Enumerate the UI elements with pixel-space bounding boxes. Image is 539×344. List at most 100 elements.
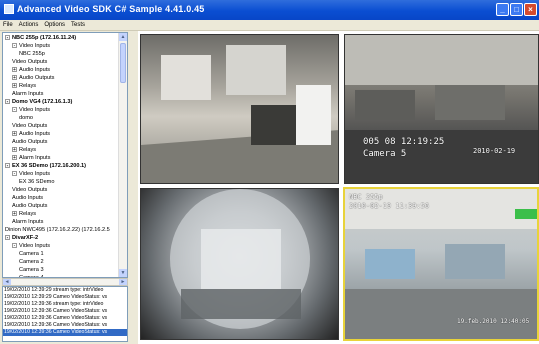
tree-item[interactable]: Alarm Inputs (12, 90, 43, 98)
tree-item-label: Audio Outputs (12, 203, 48, 209)
tree-item[interactable]: - Video Inputs (12, 106, 50, 114)
tree-item-label: Camera 3 (19, 267, 44, 273)
tree-item-label: Camera 1 (19, 251, 44, 257)
scroll-left-arrow[interactable]: ◄ (3, 279, 11, 285)
expand-icon[interactable]: + (12, 83, 17, 89)
tree-vertical-scrollbar[interactable]: ▲ ▼ (118, 33, 127, 277)
scroll-up-arrow[interactable]: ▲ (119, 33, 127, 41)
log-row[interactable]: 19/02/2010 12:39:36 Cameo VideoStatus: v… (3, 322, 127, 329)
tree-item[interactable]: + Alarm Inputs (12, 154, 50, 162)
tree-item[interactable]: domo (19, 114, 33, 122)
scroll-down-arrow[interactable]: ▼ (119, 269, 127, 277)
video-scene-4 (345, 189, 537, 339)
tree-item-label: Alarm Inputs (12, 219, 44, 225)
video-scene-3 (170, 189, 310, 329)
video-tile-4-selected[interactable]: NBC 255p 2010-02-19 11:39:56 19.feb.2010… (343, 187, 539, 341)
video-tile-2[interactable]: 005 08 12:19:25 2010-02-19 Camera 5 (344, 34, 539, 184)
expand-icon[interactable]: + (12, 131, 17, 137)
video-scene-2 (345, 35, 538, 183)
close-button[interactable]: × (524, 3, 537, 16)
menu-file[interactable]: File (0, 20, 16, 30)
tree-item-label: EX 36 SDemo (19, 179, 55, 185)
tree-item-label: Audio Outputs (12, 139, 48, 145)
log-row[interactable]: 19/02/2010 12:39:36 Cameo VideoStatus: v… (3, 315, 127, 322)
tree-item-label: Video Outputs (12, 59, 48, 65)
menu-actions[interactable]: Actions (16, 20, 42, 30)
tree-item[interactable]: + Audio Inputs (12, 66, 50, 74)
tree-item[interactable]: + Audio Outputs (12, 74, 54, 82)
video-scene-1 (141, 45, 338, 183)
tile2-date-overlay: 2010-02-19 (473, 147, 516, 155)
minimize-button[interactable]: _ (496, 3, 509, 16)
tree-item[interactable]: Alarm Inputs (12, 218, 43, 226)
tree-item[interactable]: Video Outputs (12, 58, 47, 66)
tree-item[interactable]: - EX 36 SDemo (172.16.200.1) (5, 162, 86, 170)
device-tree[interactable]: ▲ ▼ - NBC 255p (172.16.11.24) - Video Input… (2, 32, 128, 278)
window-title: Advanced Video SDK C# Sample 4.41.0.45 (17, 4, 205, 14)
tree-item[interactable]: Camera 3 (19, 266, 44, 274)
tree-item[interactable]: EX 36 SDemo (19, 178, 54, 186)
tree-item[interactable]: Audio Outputs (12, 138, 47, 146)
collapse-icon[interactable]: - (12, 171, 17, 177)
tree-item-label: Relays (19, 211, 37, 217)
tree-item[interactable]: - Video Inputs (12, 170, 50, 178)
expand-icon[interactable]: + (12, 155, 17, 161)
tree-item-label: DivarXF-2 (12, 235, 39, 241)
tree-item[interactable]: NBC 255p (19, 50, 45, 58)
collapse-icon[interactable]: - (5, 99, 10, 105)
title-bar: Advanced Video SDK C# Sample 4.41.0.45 _… (0, 0, 539, 20)
collapse-icon[interactable]: - (12, 243, 17, 249)
log-row[interactable]: 19/02/2010 12:39:36 stream type: intrVid… (3, 301, 127, 308)
tree-item[interactable]: + Relays (12, 146, 36, 154)
tree-item[interactable]: Audio Inputs (12, 194, 43, 202)
tree-item[interactable]: Video Outputs (12, 122, 47, 130)
collapse-icon[interactable]: - (5, 163, 10, 169)
tree-item-label: Audio Inputs (12, 195, 44, 201)
tree-item[interactable]: - NBC 255p (172.16.11.24) (5, 34, 76, 42)
video-tile-3[interactable] (140, 188, 339, 340)
tree-item-label: domo (19, 115, 33, 121)
tree-item[interactable]: Dinion NWC495 (172.16.2.22) (172.16.2.5 (5, 226, 110, 234)
event-log[interactable]: 19/02/2010 12:39:29 stream type: intrVid… (2, 286, 128, 342)
log-row[interactable]: 19/02/2010 12:39:29 stream type: intrVid… (3, 287, 127, 294)
tree-horizontal-scrollbar[interactable]: ◄ ► (2, 278, 128, 286)
expand-icon[interactable]: + (12, 75, 17, 81)
maximize-button[interactable]: □ (510, 3, 523, 16)
tree-item[interactable]: - Video Inputs (12, 242, 50, 250)
tree-item-label: Alarm Inputs (19, 155, 51, 161)
tree-item-label: Relays (19, 147, 37, 153)
tree-item-label: Audio Inputs (19, 131, 51, 137)
collapse-icon[interactable]: - (12, 43, 17, 49)
expand-icon[interactable]: + (12, 211, 17, 217)
expand-icon[interactable]: + (12, 67, 17, 73)
tree-item[interactable]: - Video Inputs (12, 42, 50, 50)
log-row[interactable]: 19/02/2010 12:39:36 Cameo VideoStatus: v… (3, 308, 127, 315)
video-tile-1[interactable] (140, 34, 339, 184)
log-row[interactable]: 19/02/2010 12:39:29 Cameo VideoStatus: v… (3, 294, 127, 301)
tree-item-label: Video Outputs (12, 123, 48, 129)
menu-options[interactable]: Options (41, 20, 68, 30)
tree-item[interactable]: - DivarXF-2 (5, 234, 38, 242)
tree-item[interactable]: + Relays (12, 210, 36, 218)
tree-item-label: NBC 255p (19, 51, 45, 57)
tree-scroll-thumb[interactable] (120, 43, 126, 83)
menu-tests[interactable]: Tests (68, 20, 88, 30)
collapse-icon[interactable]: - (5, 235, 10, 241)
log-row[interactable]: 19/02/2010 12:39:36 Cameo VideoStatus: v… (3, 329, 127, 336)
tree-item[interactable]: - Domo VG4 (172.16.1.3) (5, 98, 72, 106)
tree-item[interactable]: Camera 1 (19, 250, 44, 258)
tree-item-label: Alarm Inputs (12, 91, 44, 97)
tree-item[interactable]: Audio Outputs (12, 202, 47, 210)
scroll-right-arrow[interactable]: ► (119, 279, 127, 285)
tree-item-label: Camera 2 (19, 259, 44, 265)
tree-item-label: Video Inputs (19, 107, 50, 113)
tree-item[interactable]: + Audio Inputs (12, 130, 50, 138)
tree-item[interactable]: Video Outputs (12, 186, 47, 194)
collapse-icon[interactable]: - (5, 35, 10, 41)
tree-item-label: Domo VG4 (172.16.1.3) (12, 99, 73, 105)
expand-icon[interactable]: + (12, 147, 17, 153)
tree-item-label: Video Inputs (19, 243, 50, 249)
collapse-icon[interactable]: - (12, 107, 17, 113)
tree-item[interactable]: + Relays (12, 82, 36, 90)
tree-item[interactable]: Camera 2 (19, 258, 44, 266)
